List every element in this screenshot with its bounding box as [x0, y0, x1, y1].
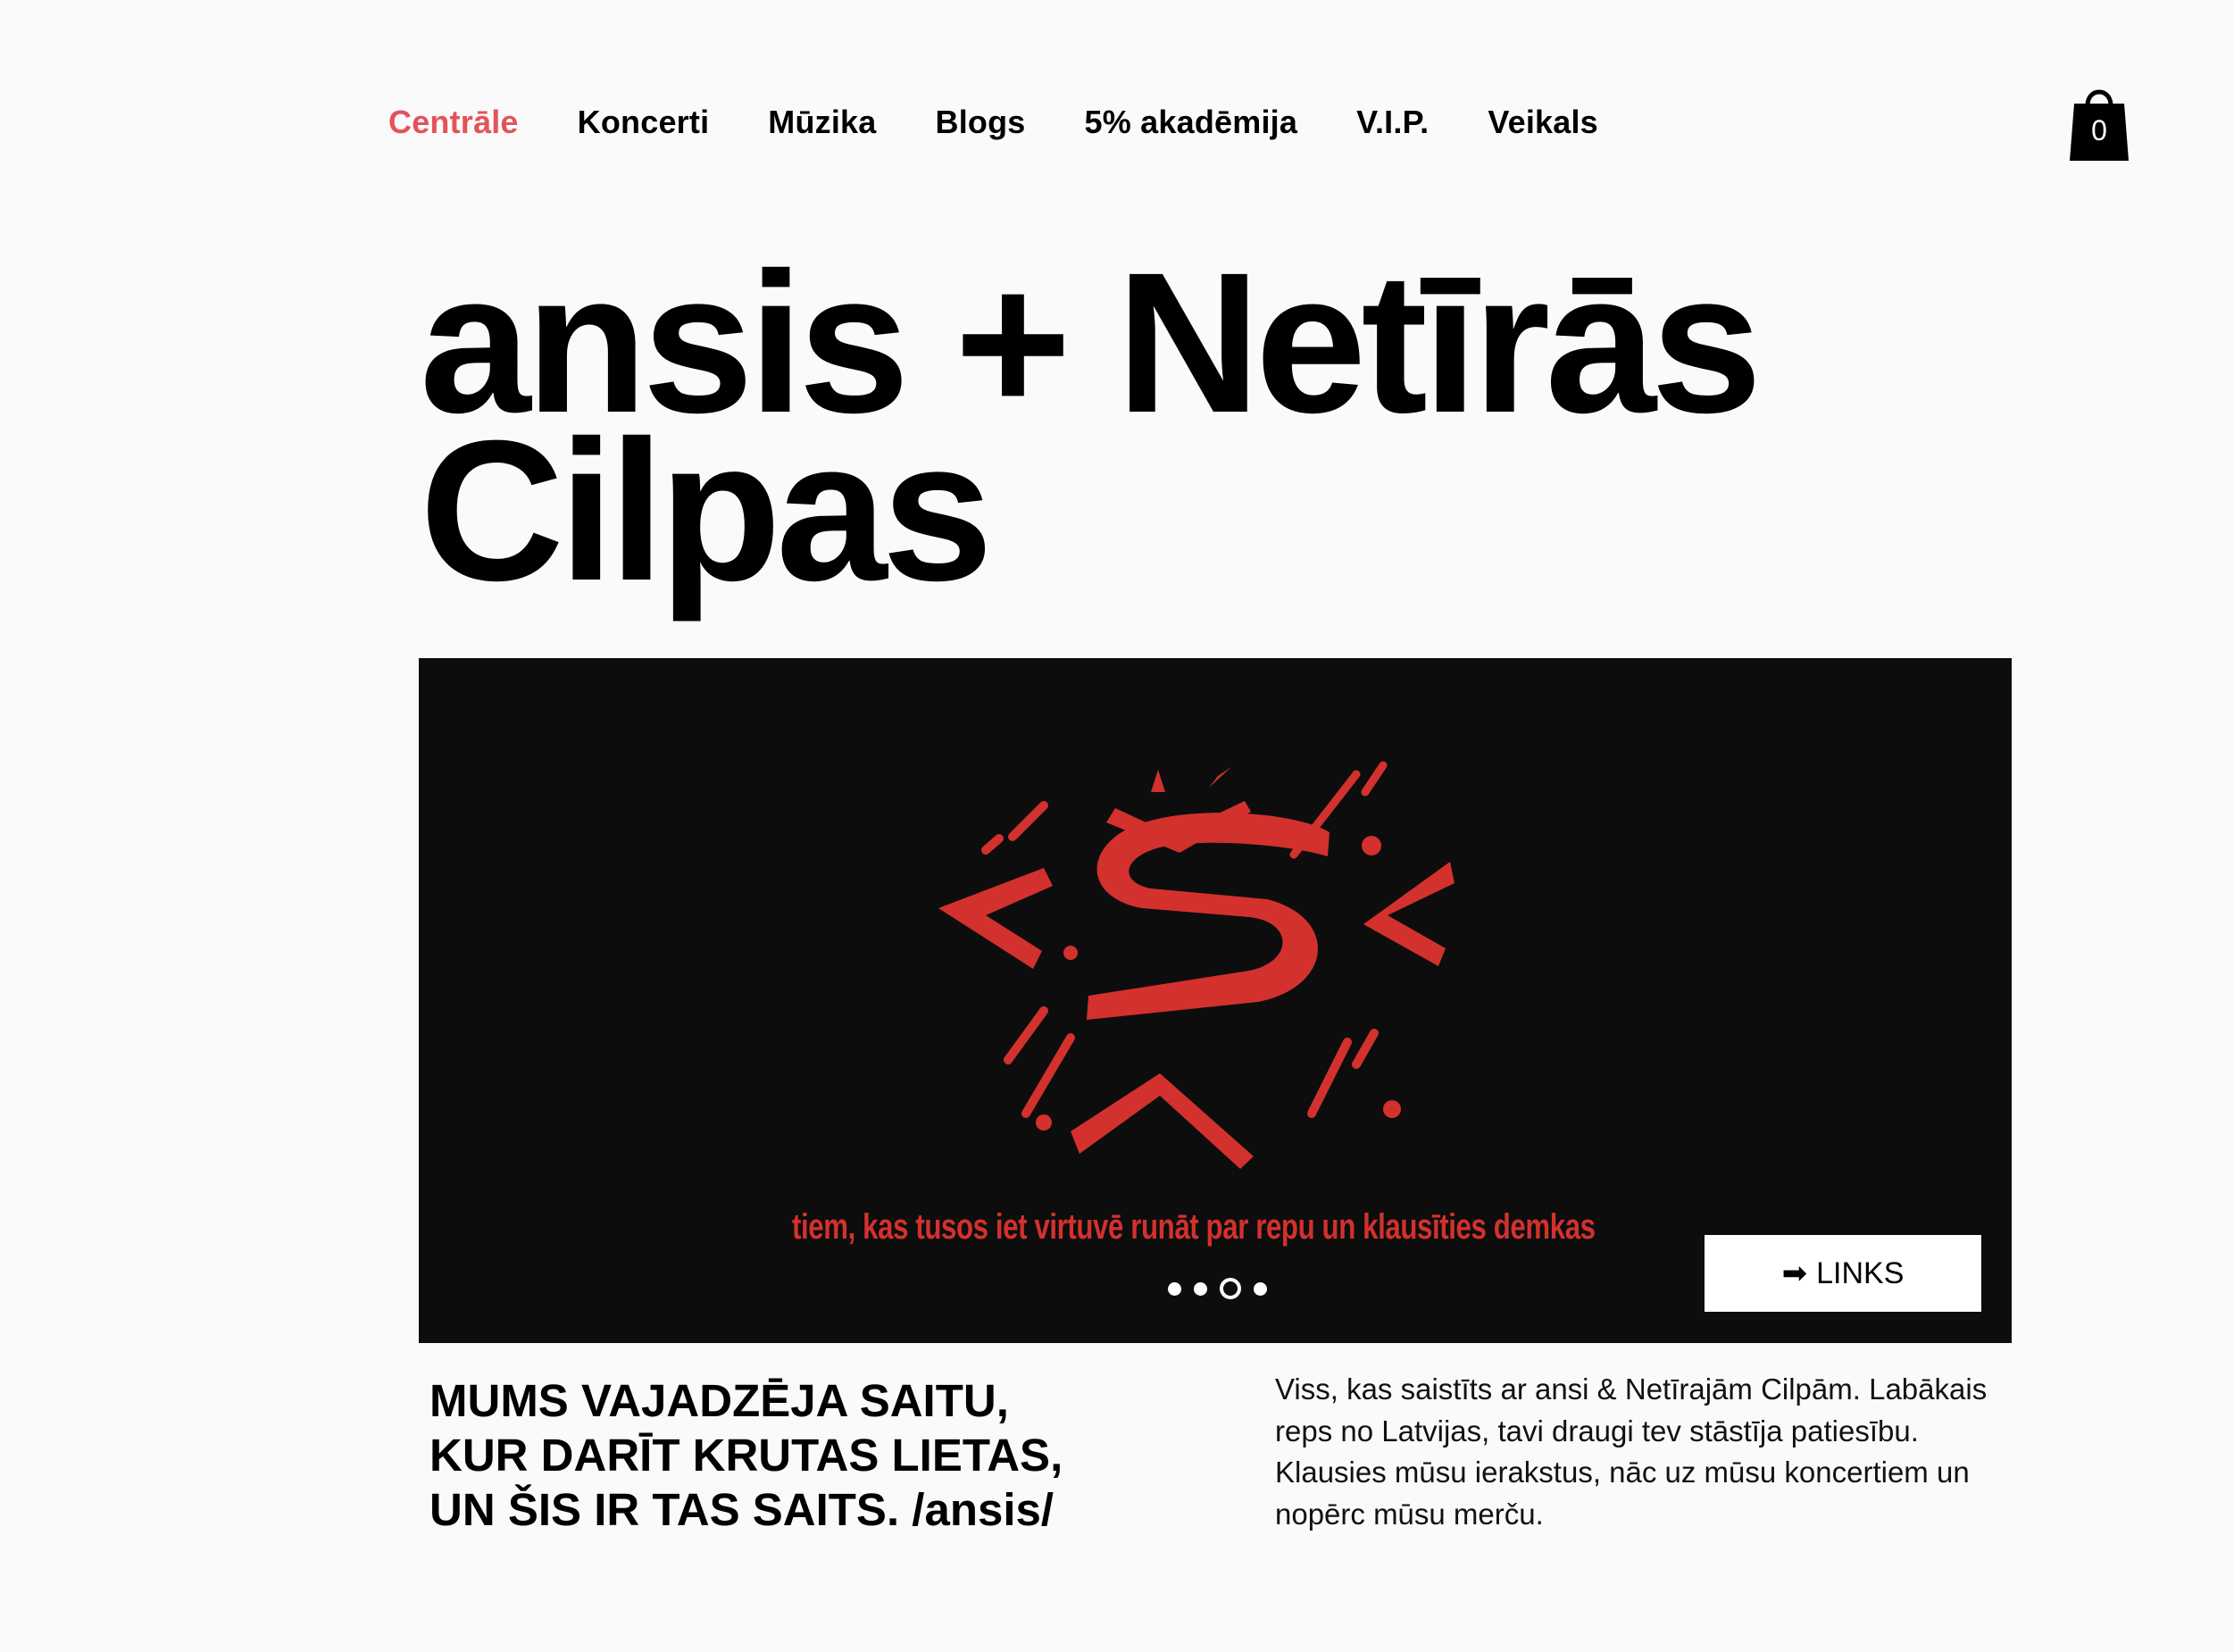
cart-count: 0: [2091, 114, 2107, 146]
banner-tagline: tiem, kas tusos iet virtuvē runāt par re…: [792, 1207, 1596, 1247]
description-line: Viss, kas saistīts ar ansi & Netīrajām C…: [1275, 1372, 1988, 1406]
nav-item-akademija[interactable]: 5% akadēmija: [1085, 104, 1298, 141]
arrow-right-icon: ➡: [1781, 1256, 1808, 1290]
ansis-logo-icon: [938, 761, 1455, 1169]
links-button[interactable]: ➡ LINKS: [1705, 1235, 1981, 1312]
description-line: Klausies mūsu ierakstus, nāc uz mūsu kon…: [1275, 1456, 1970, 1489]
slogan-line: KUR DARĪT KRUTAS LIETAS,: [429, 1430, 1063, 1481]
description-line: nopērc mūsu merču.: [1275, 1497, 1544, 1531]
slider-dot-2[interactable]: [1194, 1281, 1207, 1296]
cart-button[interactable]: 0: [2068, 82, 2130, 163]
slogan-heading: MUMS VAJADZĒJA SAITU, KUR DARĪT KRUTAS L…: [429, 1373, 1144, 1537]
links-button-label: LINKS: [1816, 1256, 1905, 1290]
nav-item-muzika[interactable]: Mūzika: [768, 104, 876, 141]
slider-dot-4[interactable]: [1254, 1281, 1267, 1296]
hero-slider: tiem, kas tusos iet virtuvē runāt par re…: [419, 658, 2012, 1343]
description-line: reps no Latvijas, tavi draugi tev stāstī…: [1275, 1414, 1919, 1448]
main-nav: Centrāle Koncerti Mūzika Blogs 5% akadēm…: [388, 100, 1657, 145]
nav-item-koncerti[interactable]: Koncerti: [578, 104, 710, 141]
slider-pagination: [1162, 1275, 1273, 1302]
nav-item-blogs[interactable]: Blogs: [936, 104, 1026, 141]
slider-dot-1[interactable]: [1168, 1281, 1181, 1296]
slogan-line: UN ŠIS IR TAS SAITS. /ansis/: [429, 1484, 1054, 1535]
nav-item-centrale[interactable]: Centrāle: [388, 104, 519, 141]
slogan-line: MUMS VAJADZĒJA SAITU,: [429, 1375, 1009, 1426]
page-title: ansis + Netīrās Cilpas: [420, 243, 1938, 611]
site-description: Viss, kas saistīts ar ansi & Netīrajām C…: [1275, 1369, 1989, 1535]
page-title-line-2: Cilpas: [420, 399, 993, 622]
nav-item-vip[interactable]: V.I.P.: [1356, 104, 1429, 141]
slider-dot-3-active[interactable]: [1220, 1278, 1241, 1299]
nav-item-veikals[interactable]: Veikals: [1488, 104, 1598, 141]
